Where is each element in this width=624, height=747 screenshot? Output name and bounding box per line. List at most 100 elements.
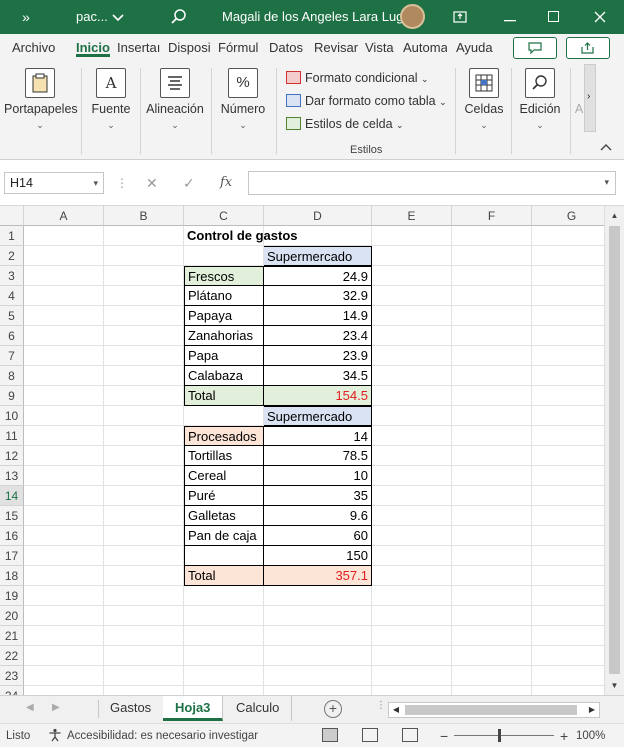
spreadsheet-grid[interactable]: A B C D E F G 1 Control de gastos 2 Supermercado 3 F… — [0, 206, 604, 695]
cell-f12[interactable] — [452, 446, 532, 466]
cell-b12[interactable] — [104, 446, 184, 466]
restore-ribbon-icon[interactable] — [450, 0, 470, 34]
cell-d11[interactable]: 14 — [264, 426, 372, 446]
cell-b19[interactable] — [104, 586, 184, 606]
cell-e9[interactable] — [372, 386, 452, 406]
cell-c17[interactable] — [184, 546, 264, 566]
cell-c18[interactable]: Total — [184, 566, 264, 586]
next-sheet-icon[interactable]: ▶ — [52, 702, 60, 713]
cell-g18[interactable] — [532, 566, 604, 586]
cell-d9[interactable]: 154.5 — [264, 386, 372, 406]
page-break-view-icon[interactable] — [402, 728, 418, 742]
page-layout-view-icon[interactable] — [362, 728, 378, 742]
cell-g5[interactable] — [532, 306, 604, 326]
cell-b13[interactable] — [104, 466, 184, 486]
tab-disposicion[interactable]: Disposi — [168, 40, 210, 55]
chevron-down-icon[interactable] — [110, 0, 126, 34]
column-header-e[interactable]: E — [372, 206, 452, 226]
accessibility-icon[interactable] — [48, 724, 62, 747]
cell-a3[interactable] — [24, 266, 104, 286]
row-header-9[interactable]: 9 — [0, 386, 24, 406]
row-header-13[interactable]: 13 — [0, 466, 24, 486]
cell-f10[interactable] — [452, 406, 532, 426]
formula-input[interactable]: ▾ — [248, 171, 616, 195]
cell-g2[interactable] — [532, 246, 604, 266]
cell-f7[interactable] — [452, 346, 532, 366]
maximize-icon[interactable] — [543, 0, 563, 34]
cell-b20[interactable] — [104, 606, 184, 626]
tab-automatizar[interactable]: Automa — [403, 40, 447, 55]
cell-f17[interactable] — [452, 546, 532, 566]
cell-f14[interactable] — [452, 486, 532, 506]
cell-e8[interactable] — [372, 366, 452, 386]
cell-f1[interactable] — [452, 226, 532, 246]
zoom-slider-thumb[interactable] — [498, 729, 501, 742]
row-header-6[interactable]: 6 — [0, 326, 24, 346]
name-box[interactable]: H14 ▾ — [4, 172, 104, 194]
cell-b18[interactable] — [104, 566, 184, 586]
cell-b10[interactable] — [104, 406, 184, 426]
cell-c1[interactable]: Control de gastos — [184, 226, 298, 246]
cell-c11[interactable]: Procesados — [184, 426, 264, 446]
cell-d19[interactable] — [264, 586, 372, 606]
cell-d7[interactable]: 23.9 — [264, 346, 372, 366]
row-header-4[interactable]: 4 — [0, 286, 24, 306]
cell-a17[interactable] — [24, 546, 104, 566]
cell-a10[interactable] — [24, 406, 104, 426]
cell-b21[interactable] — [104, 626, 184, 646]
cell-d3[interactable]: 24.9 — [264, 266, 372, 286]
cell-a9[interactable] — [24, 386, 104, 406]
cell-g17[interactable] — [532, 546, 604, 566]
cell-b3[interactable] — [104, 266, 184, 286]
prev-sheet-icon[interactable]: ◀ — [26, 702, 34, 713]
normal-view-icon[interactable] — [322, 728, 338, 742]
share-button[interactable] — [566, 37, 610, 59]
scroll-right-icon[interactable]: ▶ — [585, 703, 599, 717]
cell-g22[interactable] — [532, 646, 604, 666]
cell-d5[interactable]: 14.9 — [264, 306, 372, 326]
cell-d13[interactable]: 10 — [264, 466, 372, 486]
cell-a23[interactable] — [24, 666, 104, 686]
cell-d16[interactable]: 60 — [264, 526, 372, 546]
row-header-20[interactable]: 20 — [0, 606, 24, 626]
zoom-in-button[interactable]: + — [560, 724, 568, 747]
scroll-thumb[interactable] — [405, 705, 577, 715]
sheet-tab-gastos[interactable]: Gastos — [98, 696, 165, 721]
cell-b5[interactable] — [104, 306, 184, 326]
cell-c14[interactable]: Puré — [184, 486, 264, 506]
cell-c19[interactable] — [184, 586, 264, 606]
cell-e13[interactable] — [372, 466, 452, 486]
cell-g7[interactable] — [532, 346, 604, 366]
cell-c16[interactable]: Pan de caja — [184, 526, 264, 546]
cell-d12[interactable]: 78.5 — [264, 446, 372, 466]
cell-f8[interactable] — [452, 366, 532, 386]
cell-e3[interactable] — [372, 266, 452, 286]
scroll-up-icon[interactable]: ▲ — [605, 208, 624, 224]
cell-c24[interactable] — [184, 686, 264, 695]
cell-a19[interactable] — [24, 586, 104, 606]
cell-b4[interactable] — [104, 286, 184, 306]
cell-f9[interactable] — [452, 386, 532, 406]
cell-g12[interactable] — [532, 446, 604, 466]
cell-a11[interactable] — [24, 426, 104, 446]
cell-f13[interactable] — [452, 466, 532, 486]
conditional-format-button[interactable]: Formato condicional ⌄ — [286, 68, 429, 88]
cell-e17[interactable] — [372, 546, 452, 566]
cell-e1[interactable] — [372, 226, 452, 246]
expand-formula-icon[interactable]: ▾ — [604, 177, 609, 188]
cell-g4[interactable] — [532, 286, 604, 306]
add-sheet-button[interactable]: + — [324, 700, 342, 718]
cell-b22[interactable] — [104, 646, 184, 666]
cell-f20[interactable] — [452, 606, 532, 626]
cell-g20[interactable] — [532, 606, 604, 626]
cell-a7[interactable] — [24, 346, 104, 366]
column-header-g[interactable]: G — [532, 206, 604, 226]
cell-c4[interactable]: Plátano — [184, 286, 264, 306]
tab-archivo[interactable]: Archivo — [12, 40, 68, 55]
cell-e2[interactable] — [372, 246, 452, 266]
row-header-8[interactable]: 8 — [0, 366, 24, 386]
cell-f22[interactable] — [452, 646, 532, 666]
cell-c7[interactable]: Papa — [184, 346, 264, 366]
cell-f23[interactable] — [452, 666, 532, 686]
cell-e21[interactable] — [372, 626, 452, 646]
